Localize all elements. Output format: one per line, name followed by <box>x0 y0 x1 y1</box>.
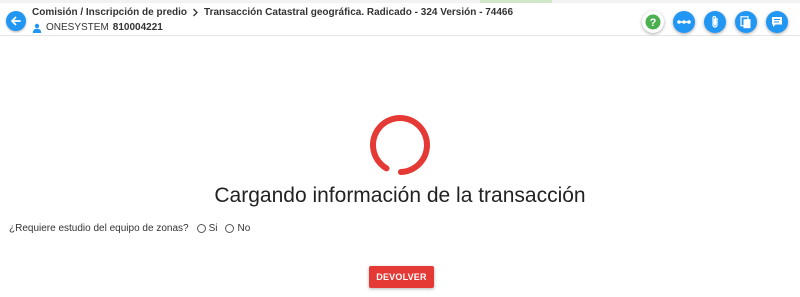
svg-text:?: ? <box>650 17 657 29</box>
breadcrumb-parent[interactable]: Comisión / Inscripción de predio <box>32 7 187 18</box>
radio-no[interactable] <box>225 224 235 233</box>
question-label: ¿Requiere estudio del equipo de zonas? <box>9 223 189 234</box>
documents-button[interactable] <box>735 11 757 33</box>
documents-icon <box>740 15 751 28</box>
attachment-icon <box>712 15 718 28</box>
back-button[interactable] <box>6 11 26 31</box>
header: Comisión / Inscripción de predio Transac… <box>0 3 800 36</box>
header-actions: ? <box>642 11 788 33</box>
zone-study-question: ¿Requiere estudio del equipo de zonas? S… <box>9 223 250 234</box>
person-icon <box>32 23 42 33</box>
notes-icon <box>772 17 782 27</box>
breadcrumb: Comisión / Inscripción de predio Transac… <box>32 7 513 18</box>
org-name: ONESYSTEM <box>46 22 109 33</box>
breadcrumb-current: Transacción Catastral geográfica. Radica… <box>204 7 514 18</box>
return-button[interactable]: DEVOLVER <box>369 266 434 288</box>
notes-button[interactable] <box>766 11 788 33</box>
option-si[interactable]: Si <box>196 223 218 234</box>
chevron-right-icon <box>192 8 199 17</box>
option-no-label[interactable]: No <box>237 223 250 234</box>
option-no[interactable]: No <box>225 223 250 234</box>
org-id: 810004221 <box>112 22 163 33</box>
loading-spinner-icon <box>370 115 430 175</box>
flow-button[interactable] <box>673 11 695 33</box>
page: Comisión / Inscripción de predio Transac… <box>0 0 800 297</box>
arrow-left-icon <box>11 16 21 26</box>
help-icon: ? <box>645 14 661 30</box>
attachment-button[interactable] <box>704 11 726 33</box>
loading-message: Cargando información de la transacción <box>214 184 586 207</box>
flow-icon <box>677 20 691 24</box>
user-info: ONESYSTEM 810004221 <box>32 22 163 33</box>
option-si-label[interactable]: Si <box>209 223 218 234</box>
radio-si[interactable] <box>196 224 206 233</box>
help-button[interactable]: ? <box>642 11 664 33</box>
